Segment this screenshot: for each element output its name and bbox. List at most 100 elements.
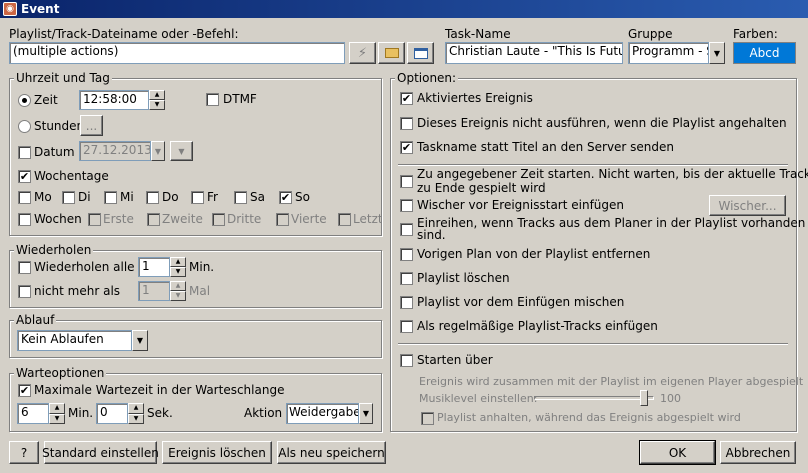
lightning-icon: ⚡ (357, 45, 368, 61)
taskname-input[interactable]: Christian Laute - "This Is Future (445, 42, 623, 64)
zeit-input[interactable]: 12:58:00 (79, 90, 149, 110)
day-checkbox-mi[interactable] (104, 191, 117, 204)
down-arrow-icon[interactable]: ▼ (128, 413, 144, 424)
wochentage-label: Wochentage (34, 169, 109, 183)
datum-picker[interactable]: 27.12.2013 ▼ (79, 141, 165, 161)
up-arrow-icon[interactable]: ▲ (149, 90, 165, 100)
max-wait-checkbox[interactable]: ✔ (18, 384, 31, 397)
file-input[interactable]: (multiple actions) (9, 42, 345, 64)
chevron-down-icon[interactable]: ▼ (132, 330, 148, 351)
down-arrow-icon[interactable]: ▼ (170, 267, 186, 277)
send-taskname-checkbox[interactable]: ✔ (400, 141, 413, 154)
wiper-checkbox[interactable] (400, 199, 413, 212)
wait-sec-spin-buttons[interactable]: ▲ ▼ (128, 403, 144, 424)
stunden-label: Stunden (34, 119, 85, 133)
datum-checkbox[interactable] (18, 146, 31, 159)
start-at-time-label: Zu angegebener Zeit starten. Nicht warte… (417, 167, 808, 195)
ok-button[interactable]: OK (639, 440, 716, 465)
wait-min-input[interactable]: 6 (17, 403, 49, 424)
shuffle-checkbox[interactable] (400, 296, 413, 309)
cancel-button[interactable]: Abbrechen (720, 441, 796, 464)
expire-select[interactable]: Kein Ablaufen ▼ (17, 330, 148, 351)
file-label: Playlist/Track-Dateiname oder -Befehl: (9, 27, 239, 41)
wochentage-checkbox[interactable]: ✔ (18, 170, 31, 183)
zeit-radio[interactable] (18, 94, 31, 107)
day-checkbox-so[interactable]: ✔ (279, 191, 292, 204)
not-more-input[interactable]: 1 (138, 281, 170, 301)
save-new-button[interactable]: Als neu speichern (277, 441, 386, 464)
up-arrow-icon[interactable]: ▲ (128, 403, 144, 414)
repeat-every-input[interactable]: 1 (138, 257, 170, 277)
calendar-dropdown-button[interactable]: ▼ (170, 141, 193, 161)
wait-min-spinner[interactable]: 6 ▲ ▼ (17, 403, 65, 424)
chevron-down-icon[interactable]: ▼ (359, 403, 373, 424)
insert-queue-label: Einreihen, wenn Tracks aus dem Planer in… (417, 217, 805, 241)
insert-queue-checkbox[interactable] (400, 223, 413, 236)
wait-min-unit: Min. (68, 406, 94, 420)
delete-event-button[interactable]: Ereignis löschen (162, 441, 272, 464)
start-at-time-line2: zu Ende gespielt wird (417, 181, 546, 195)
title-bar[interactable]: ◉ Event (0, 0, 808, 18)
not-more-spinner[interactable]: 1 ▲ ▼ (138, 281, 186, 301)
stunden-button[interactable]: ... (80, 115, 103, 136)
remove-prev-checkbox[interactable] (400, 248, 413, 261)
not-execute-checkbox[interactable] (400, 117, 413, 130)
down-arrow-icon[interactable]: ▼ (170, 291, 186, 301)
day-checkbox-mo[interactable] (18, 191, 31, 204)
week-checkbox-0[interactable] (88, 213, 101, 226)
up-arrow-icon[interactable]: ▲ (170, 281, 186, 291)
week-checkbox-1[interactable] (147, 213, 160, 226)
set-default-button[interactable]: Standard einstellen (42, 441, 159, 464)
day-checkbox-fr[interactable] (191, 191, 204, 204)
day-checkbox-sa[interactable] (234, 191, 247, 204)
down-arrow-icon[interactable]: ▼ (149, 100, 165, 110)
day-label-fr: Fr (207, 190, 218, 204)
wait-sec-spinner[interactable]: 0 ▲ ▼ (96, 403, 144, 424)
delete-playlist-label: Playlist löschen (417, 271, 510, 285)
week-checkbox-4[interactable] (338, 213, 351, 226)
start-via-label: Starten über (417, 353, 493, 367)
start-via-checkbox[interactable] (400, 354, 413, 367)
pause-playlist-checkbox[interactable] (421, 412, 434, 425)
week-checkbox-3[interactable] (276, 213, 289, 226)
delete-playlist-checkbox[interactable] (400, 272, 413, 285)
wait-min-spin-buttons[interactable]: ▲ ▼ (49, 403, 65, 424)
regular-tracks-checkbox[interactable] (400, 320, 413, 333)
expire-group-title: Ablauf (14, 313, 57, 327)
day-checkbox-do[interactable] (146, 191, 159, 204)
dtmf-checkbox[interactable] (206, 93, 219, 106)
repeat-every-checkbox[interactable] (18, 261, 31, 274)
wiper-button[interactable]: Wischer... (709, 195, 786, 216)
color-sample-button[interactable]: Abcd (733, 42, 796, 64)
group-select[interactable]: Programm - Sc ▼ (628, 42, 725, 64)
start-at-time-checkbox[interactable] (400, 175, 413, 188)
command-button[interactable]: ⚡ (349, 42, 376, 64)
not-more-spin-buttons[interactable]: ▲ ▼ (170, 281, 186, 301)
not-more-checkbox[interactable] (18, 285, 31, 298)
day-checkbox-di[interactable] (62, 191, 75, 204)
chevron-down-icon[interactable]: ▼ (151, 141, 165, 161)
zeit-spin-buttons[interactable]: ▲ ▼ (149, 90, 165, 110)
down-arrow-icon[interactable]: ▼ (49, 413, 65, 424)
list-button[interactable] (407, 42, 434, 64)
music-level-slider[interactable] (640, 390, 649, 406)
open-folder-button[interactable] (378, 42, 405, 64)
action-select[interactable]: Weidergabe ▼ (286, 403, 373, 424)
wait-sec-input[interactable]: 0 (96, 403, 128, 424)
zeit-spinner[interactable]: 12:58:00 ▲ ▼ (79, 90, 165, 110)
activated-checkbox[interactable]: ✔ (400, 92, 413, 105)
not-more-unit: Mal (189, 284, 211, 298)
wochen-checkbox[interactable] (18, 213, 31, 226)
stunden-radio[interactable] (18, 120, 31, 133)
repeat-every-spinner[interactable]: 1 ▲ ▼ (138, 257, 186, 277)
colors-label: Farben: (733, 27, 778, 41)
help-button[interactable]: ? (9, 441, 39, 464)
chevron-down-icon[interactable]: ▼ (709, 42, 725, 64)
up-arrow-icon[interactable]: ▲ (49, 403, 65, 414)
send-taskname-label: Taskname statt Titel an den Server sende… (417, 140, 675, 154)
repeat-spin-buttons[interactable]: ▲ ▼ (170, 257, 186, 277)
up-arrow-icon[interactable]: ▲ (170, 257, 186, 267)
wait-sec-unit: Sek. (147, 406, 173, 420)
week-checkbox-2[interactable] (212, 213, 225, 226)
datum-input[interactable]: 27.12.2013 (79, 141, 151, 161)
